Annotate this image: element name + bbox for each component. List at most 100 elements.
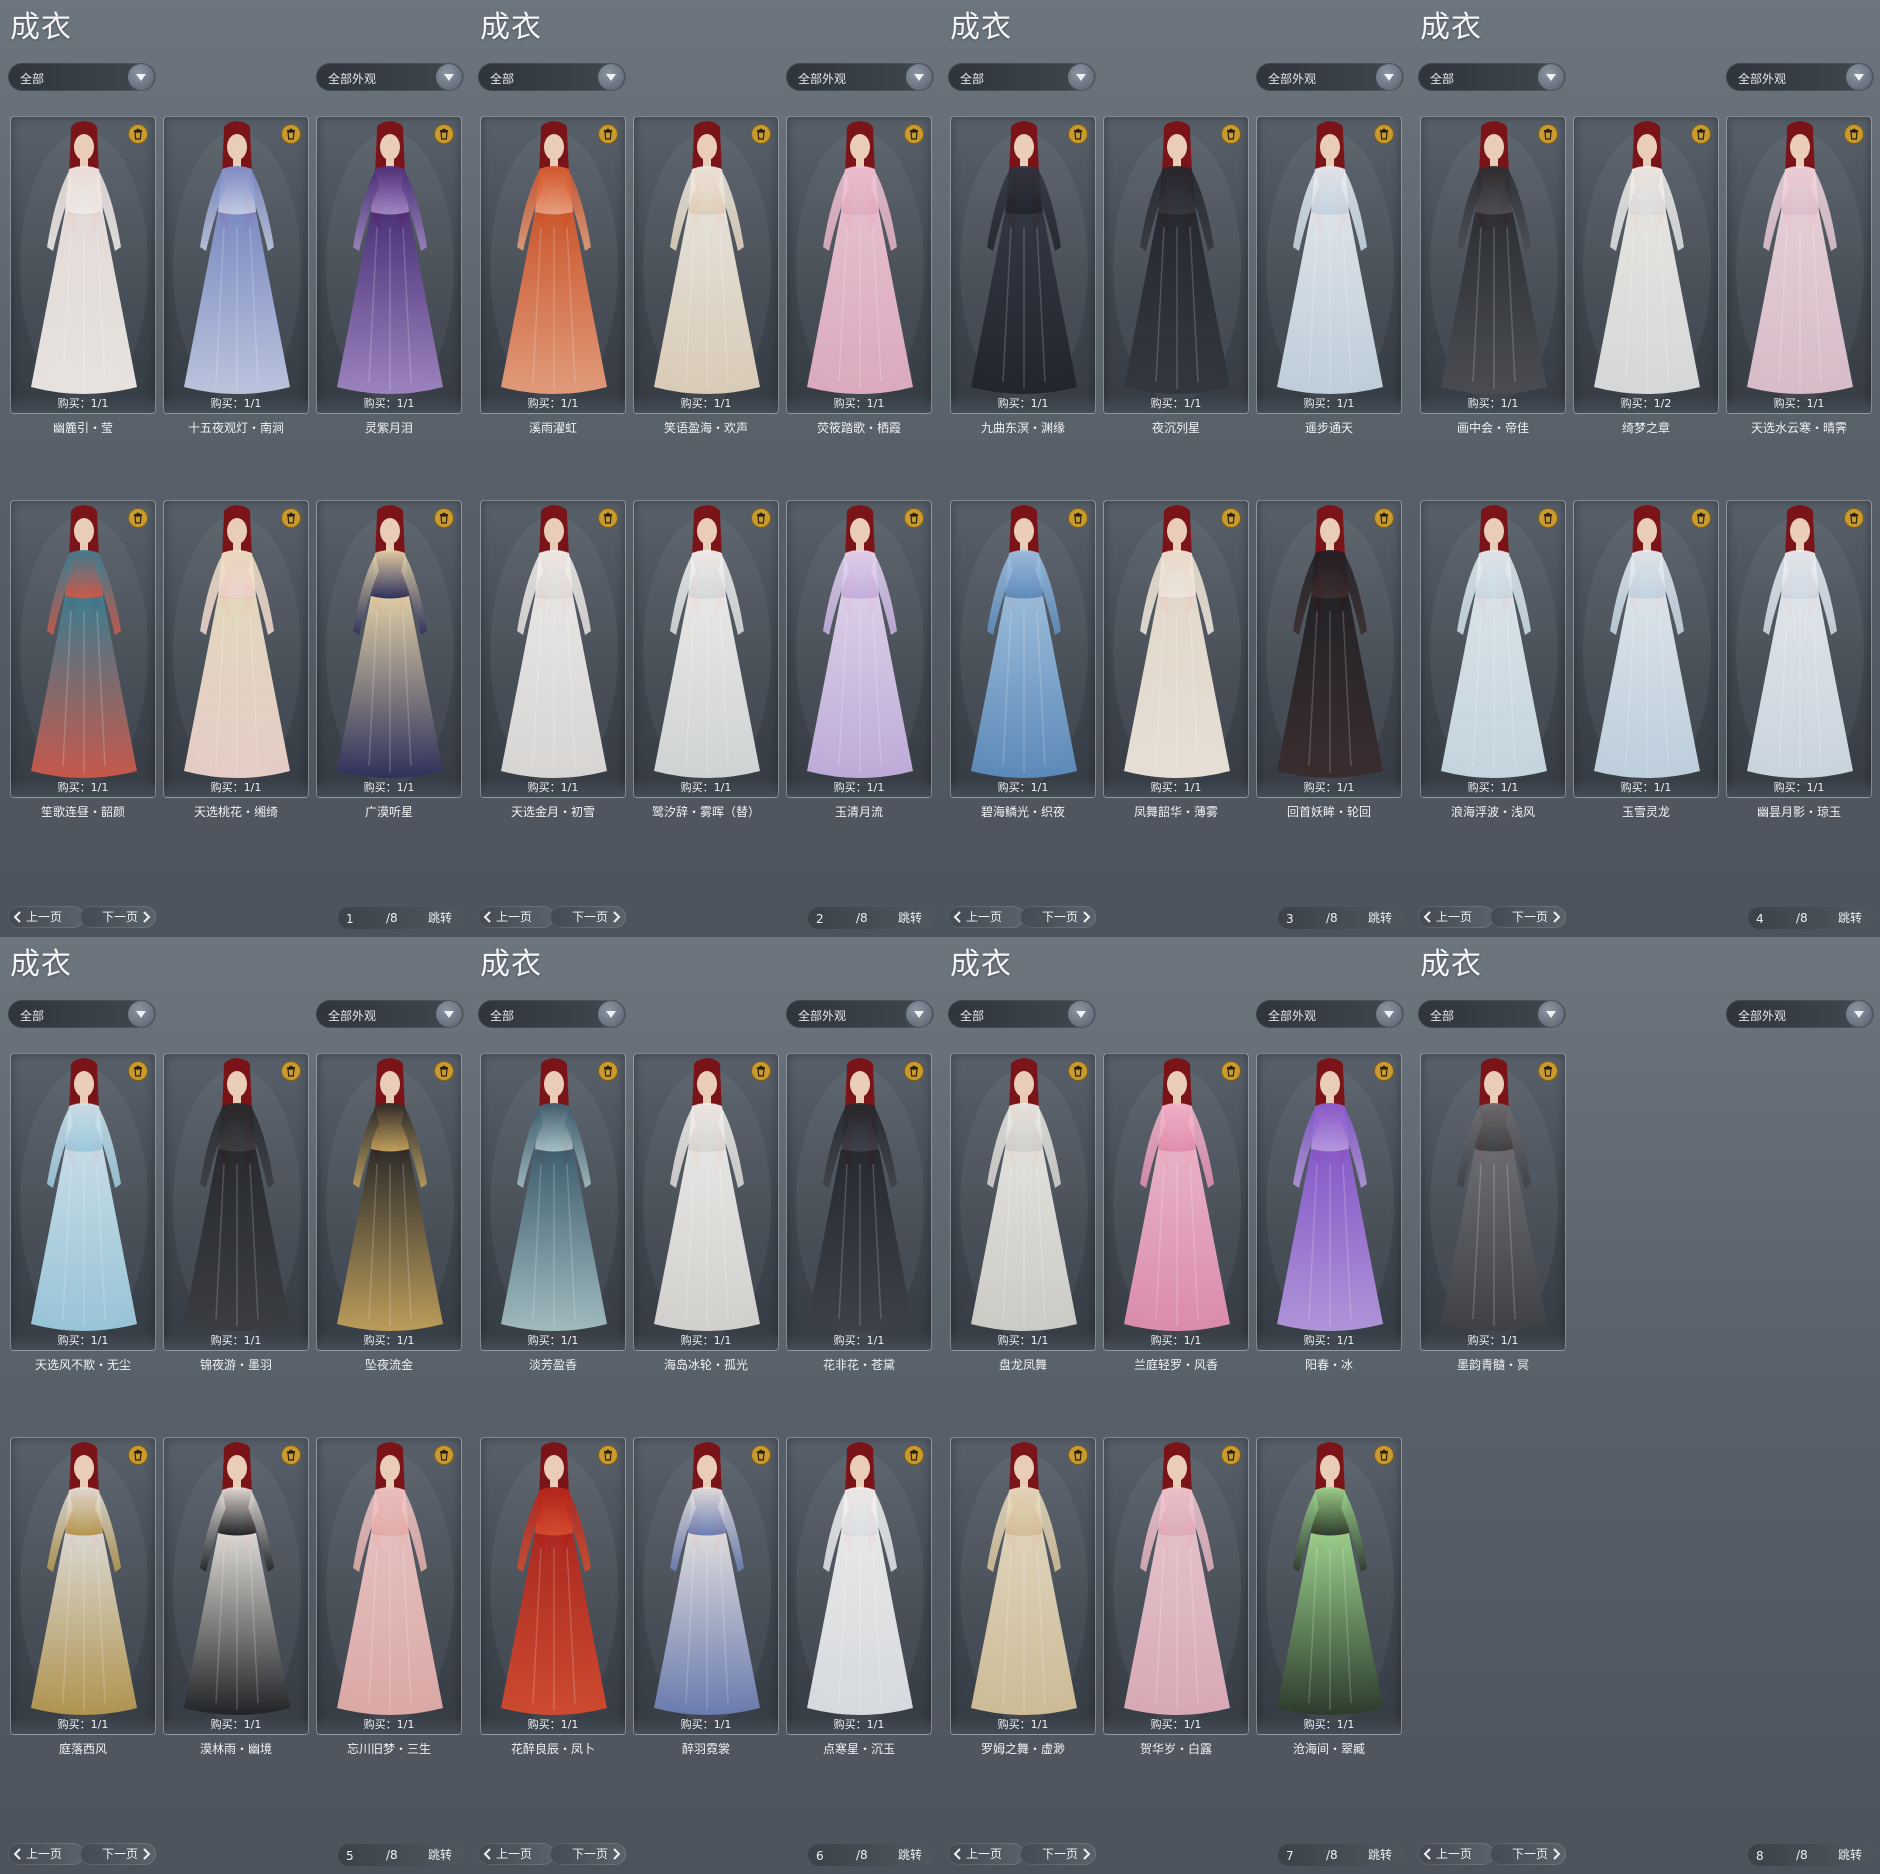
outfit-card[interactable]: 购买：1/1 xyxy=(480,1437,626,1735)
outfit-card[interactable]: 购买：1/1 xyxy=(10,1437,156,1735)
jump-button[interactable]: 跳转 xyxy=(890,1844,930,1866)
outfit-card[interactable]: 购买：1/1 xyxy=(163,1437,309,1735)
outfit-card[interactable]: 购买：1/1 xyxy=(10,500,156,798)
prev-page-button[interactable]: 上一页 xyxy=(1418,906,1494,928)
trash-icon[interactable] xyxy=(435,509,453,527)
trash-icon[interactable] xyxy=(599,1062,617,1080)
page-number-input[interactable] xyxy=(1754,909,1792,929)
outfit-card[interactable]: 购买：1/1 xyxy=(1103,1053,1249,1351)
outfit-card[interactable]: 购买：1/1 xyxy=(1573,500,1719,798)
outfit-card[interactable]: 购买：1/1 xyxy=(1726,116,1872,414)
outfit-card[interactable]: 购买：1/1 xyxy=(950,116,1096,414)
outfit-card[interactable]: 购买：1/1 xyxy=(1420,500,1566,798)
trash-icon[interactable] xyxy=(1069,509,1087,527)
trash-icon[interactable] xyxy=(1539,509,1557,527)
outfit-card[interactable]: 购买：1/1 xyxy=(633,1053,779,1351)
trash-icon[interactable] xyxy=(599,125,617,143)
trash-icon[interactable] xyxy=(1845,509,1863,527)
next-page-button[interactable]: 下一页 xyxy=(1490,1843,1566,1865)
outfit-card[interactable]: 购买：1/1 xyxy=(1256,1053,1402,1351)
outfit-card[interactable]: 购买：1/1 xyxy=(316,500,462,798)
next-page-button[interactable]: 下一页 xyxy=(550,1843,626,1865)
outfit-card[interactable]: 购买：1/1 xyxy=(1256,1437,1402,1735)
category-dropdown[interactable]: 全部 xyxy=(478,63,626,91)
trash-icon[interactable] xyxy=(1375,1446,1393,1464)
trash-icon[interactable] xyxy=(1375,1062,1393,1080)
page-number-input[interactable] xyxy=(344,1846,382,1866)
appearance-dropdown[interactable]: 全部外观 xyxy=(1256,63,1404,91)
category-dropdown[interactable]: 全部 xyxy=(1418,1000,1566,1028)
prev-page-button[interactable]: 上一页 xyxy=(1418,1843,1494,1865)
trash-icon[interactable] xyxy=(1222,509,1240,527)
appearance-dropdown[interactable]: 全部外观 xyxy=(316,1000,464,1028)
trash-icon[interactable] xyxy=(129,1446,147,1464)
trash-icon[interactable] xyxy=(1692,509,1710,527)
outfit-card[interactable]: 购买：1/1 xyxy=(1726,500,1872,798)
outfit-card[interactable]: 购买：1/1 xyxy=(316,1437,462,1735)
page-number-input[interactable] xyxy=(1284,909,1322,929)
trash-icon[interactable] xyxy=(752,1446,770,1464)
outfit-card[interactable]: 购买：1/1 xyxy=(1420,116,1566,414)
prev-page-button[interactable]: 上一页 xyxy=(478,1843,554,1865)
next-page-button[interactable]: 下一页 xyxy=(550,906,626,928)
outfit-card[interactable]: 购买：1/1 xyxy=(163,500,309,798)
trash-icon[interactable] xyxy=(1375,125,1393,143)
appearance-dropdown[interactable]: 全部外观 xyxy=(1726,63,1874,91)
trash-icon[interactable] xyxy=(752,509,770,527)
trash-icon[interactable] xyxy=(1845,125,1863,143)
outfit-card[interactable]: 购买：1/1 xyxy=(950,1437,1096,1735)
jump-button[interactable]: 跳转 xyxy=(420,1844,460,1866)
trash-icon[interactable] xyxy=(282,509,300,527)
page-number-input[interactable] xyxy=(1284,1846,1322,1866)
outfit-card[interactable]: 购买：1/2 xyxy=(1573,116,1719,414)
trash-icon[interactable] xyxy=(435,1062,453,1080)
trash-icon[interactable] xyxy=(1222,1062,1240,1080)
page-number-input[interactable] xyxy=(1754,1846,1792,1866)
prev-page-button[interactable]: 上一页 xyxy=(8,906,84,928)
category-dropdown[interactable]: 全部 xyxy=(948,63,1096,91)
trash-icon[interactable] xyxy=(129,125,147,143)
category-dropdown[interactable]: 全部 xyxy=(948,1000,1096,1028)
trash-icon[interactable] xyxy=(129,509,147,527)
category-dropdown[interactable]: 全部 xyxy=(478,1000,626,1028)
prev-page-button[interactable]: 上一页 xyxy=(948,1843,1024,1865)
trash-icon[interactable] xyxy=(752,1062,770,1080)
trash-icon[interactable] xyxy=(282,1062,300,1080)
outfit-card[interactable]: 购买：1/1 xyxy=(316,1053,462,1351)
appearance-dropdown[interactable]: 全部外观 xyxy=(786,63,934,91)
trash-icon[interactable] xyxy=(129,1062,147,1080)
trash-icon[interactable] xyxy=(1069,1062,1087,1080)
jump-button[interactable]: 跳转 xyxy=(1360,907,1400,929)
trash-icon[interactable] xyxy=(1375,509,1393,527)
outfit-card[interactable]: 购买：1/1 xyxy=(786,1053,932,1351)
outfit-card[interactable]: 购买：1/1 xyxy=(316,116,462,414)
trash-icon[interactable] xyxy=(1069,125,1087,143)
outfit-card[interactable]: 购买：1/1 xyxy=(480,116,626,414)
outfit-card[interactable]: 购买：1/1 xyxy=(1103,116,1249,414)
jump-button[interactable]: 跳转 xyxy=(1830,907,1870,929)
outfit-card[interactable]: 购买：1/1 xyxy=(1103,500,1249,798)
trash-icon[interactable] xyxy=(1692,125,1710,143)
next-page-button[interactable]: 下一页 xyxy=(80,1843,156,1865)
trash-icon[interactable] xyxy=(1222,1446,1240,1464)
trash-icon[interactable] xyxy=(1539,1062,1557,1080)
outfit-card[interactable]: 购买：1/1 xyxy=(633,116,779,414)
trash-icon[interactable] xyxy=(905,1446,923,1464)
outfit-card[interactable]: 购买：1/1 xyxy=(950,1053,1096,1351)
jump-button[interactable]: 跳转 xyxy=(890,907,930,929)
outfit-card[interactable]: 购买：1/1 xyxy=(633,1437,779,1735)
trash-icon[interactable] xyxy=(752,125,770,143)
next-page-button[interactable]: 下一页 xyxy=(1490,906,1566,928)
next-page-button[interactable]: 下一页 xyxy=(80,906,156,928)
outfit-card[interactable]: 购买：1/1 xyxy=(10,1053,156,1351)
outfit-card[interactable]: 购买：1/1 xyxy=(786,1437,932,1735)
outfit-card[interactable]: 购买：1/1 xyxy=(10,116,156,414)
outfit-card[interactable]: 购买：1/1 xyxy=(163,116,309,414)
prev-page-button[interactable]: 上一页 xyxy=(948,906,1024,928)
trash-icon[interactable] xyxy=(435,1446,453,1464)
next-page-button[interactable]: 下一页 xyxy=(1020,906,1096,928)
trash-icon[interactable] xyxy=(599,1446,617,1464)
prev-page-button[interactable]: 上一页 xyxy=(8,1843,84,1865)
category-dropdown[interactable]: 全部 xyxy=(1418,63,1566,91)
category-dropdown[interactable]: 全部 xyxy=(8,1000,156,1028)
